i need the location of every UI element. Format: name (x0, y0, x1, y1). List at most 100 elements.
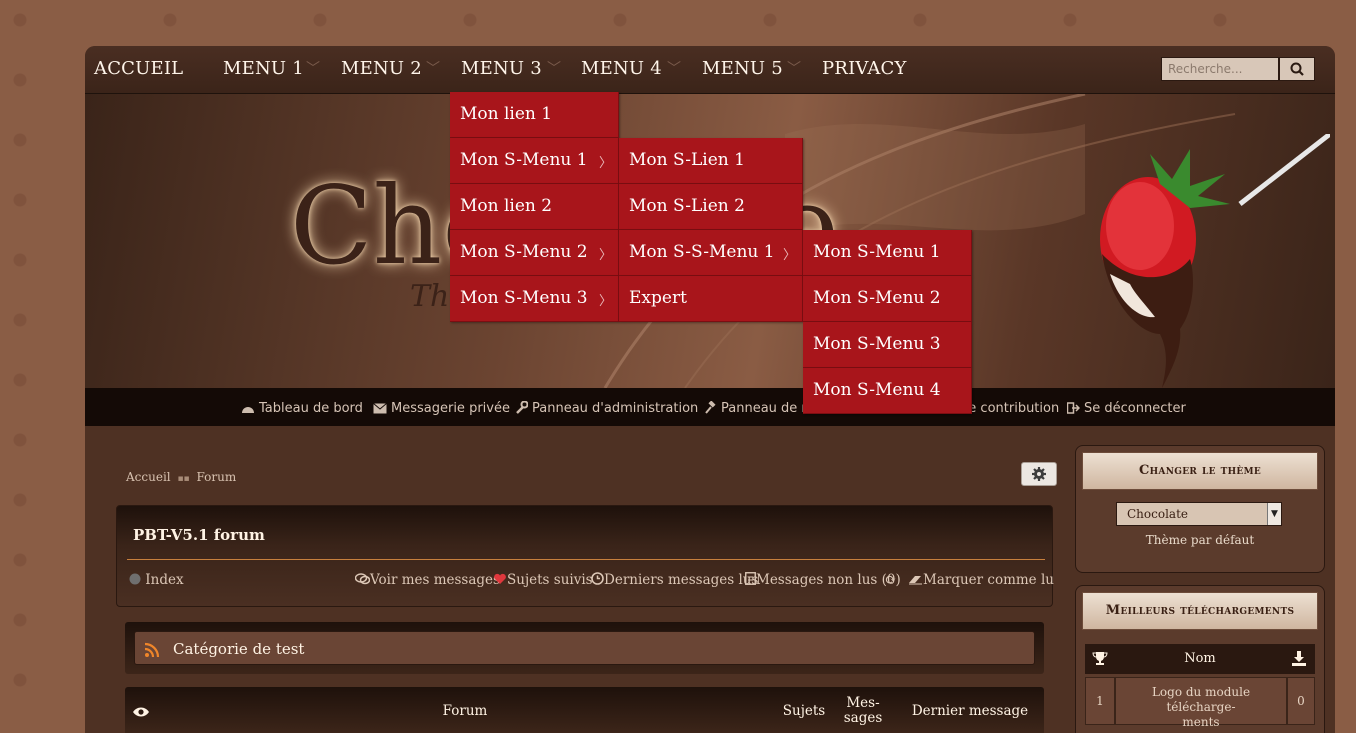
dropdown-item-mon-s-menu-3[interactable]: Mon S-Menu 3 〉 (450, 276, 619, 322)
subsubmenu-item-4[interactable]: Mon S-Menu 4 (803, 368, 972, 414)
nav-accueil[interactable]: ACCUEIL (94, 58, 183, 79)
dropdown-item-label: Mon S-Menu 3 (460, 288, 588, 308)
index-label: Index (145, 572, 184, 588)
theme-select[interactable]: Chocolate ▼ (1116, 502, 1282, 526)
user-toolbar: Tableau de bord Messagerie privée Pannea… (85, 388, 1335, 426)
gavel-icon (705, 400, 716, 414)
search-button[interactable] (1279, 57, 1315, 81)
dropdown-item-label: Mon lien 1 (460, 104, 553, 124)
nav-menu-1[interactable]: MENU 1 (223, 58, 304, 79)
index-link[interactable]: Index (129, 572, 184, 588)
category-header: Catégorie de test (125, 622, 1044, 674)
category-bar[interactable]: Catégorie de test (134, 631, 1035, 665)
download-count: 0 (1287, 677, 1315, 725)
submenu-item-label: Mon S-Lien 2 (629, 196, 745, 216)
breadcrumb: Accueil ▪▪ Forum (126, 470, 236, 484)
admin-panel-label: Panneau d'administration (532, 401, 699, 416)
chevron-right-icon: 〉 (782, 248, 796, 263)
dashboard-link[interactable]: Tableau de bord (241, 401, 363, 416)
category-title: Catégorie de test (173, 640, 305, 658)
mark-read-link[interactable]: Marquer comme lu (908, 572, 1054, 588)
dashboard-icon (242, 407, 254, 413)
nav-menu-2[interactable]: MENU 2 (341, 58, 422, 79)
settings-button[interactable] (1021, 462, 1057, 486)
downloads-col-name: Nom (1184, 651, 1216, 666)
submenu-item-expert[interactable]: Expert (619, 276, 803, 322)
nav-menu-5[interactable]: MENU 5 (702, 58, 783, 79)
download-rank: 1 (1085, 677, 1115, 725)
downloads-box-title: Meilleurs téléchargements (1082, 592, 1318, 630)
col-posts-line-2: sages (843, 710, 883, 726)
dropdown-item-mon-s-menu-2[interactable]: Mon S-Menu 2 〉 (450, 230, 619, 276)
dropdown-item-mon-lien-2[interactable]: Mon lien 2 (450, 184, 619, 230)
submenu-item-mon-s-s-menu-1[interactable]: Mon S-S-Menu 1 〉 (619, 230, 803, 276)
rss-icon (144, 642, 160, 658)
private-messages-label: Messagerie privée (391, 401, 510, 416)
submenu-item-mon-s-lien-1[interactable]: Mon S-Lien 1 (619, 138, 803, 184)
comments-icon (354, 573, 371, 585)
theme-switcher-box: Changer le thème Chocolate ▼ Thème par d… (1075, 445, 1325, 573)
logout-icon (1066, 402, 1081, 414)
breadcrumb-home[interactable]: Accueil (126, 470, 171, 484)
strawberry-icon (1100, 134, 1330, 388)
admin-panel-link[interactable]: Panneau d'administration (515, 400, 699, 416)
subsubmenu-item-3[interactable]: Mon S-Menu 3 (803, 322, 972, 368)
logout-link[interactable]: Se déconnecter (1066, 401, 1186, 416)
gear-icon (1032, 467, 1046, 481)
nav-privacy[interactable]: PRIVACY (822, 58, 907, 79)
nav-chevron-down-icon: ﹀ (787, 61, 801, 77)
search-icon (1290, 62, 1304, 76)
subsubmenu-item-label: Mon S-Menu 1 (813, 242, 941, 262)
dropdown-item-mon-s-menu-1[interactable]: Mon S-Menu 1 〉 (450, 138, 619, 184)
followed-topics-link[interactable]: Sujets suivis (493, 572, 593, 588)
col-posts: Mes- sages (837, 696, 889, 726)
downloads-row[interactable]: 1 Logo du module télécharge- ments 0 (1085, 677, 1315, 729)
breadcrumb-separator-icon: ▪▪ (177, 474, 190, 484)
theme-select-value: Chocolate (1127, 507, 1188, 521)
chevron-right-icon: 〉 (598, 248, 612, 263)
refresh-icon[interactable]: ⟳ (885, 572, 896, 588)
wrench-icon (516, 400, 529, 414)
nav-chevron-down-icon: ﹀ (667, 61, 681, 77)
submenu-item-label: Mon S-Lien 1 (629, 150, 745, 170)
breadcrumb-forum[interactable]: Forum (196, 470, 236, 484)
nav-chevron-down-icon: ﹀ (547, 61, 561, 77)
envelope-icon (373, 403, 387, 414)
top-downloads-box: Meilleurs téléchargements Nom 1 Logo du … (1075, 585, 1325, 733)
main-navbar: ACCUEIL MENU 1 ﹀ MENU 2 ﹀ MENU 3 ﹀ MENU … (85, 46, 1335, 94)
default-theme-link[interactable]: Thème par défaut (1076, 533, 1324, 547)
private-messages-link[interactable]: Messagerie privée (373, 401, 510, 416)
dropdown-item-mon-lien-1[interactable]: Mon lien 1 (450, 92, 619, 138)
dropdown-item-label: Mon lien 2 (460, 196, 553, 216)
unread-messages-link[interactable]: Messages non lus (0) (745, 572, 901, 588)
followed-topics-label: Sujets suivis (507, 572, 593, 588)
subsubmenu-item-2[interactable]: Mon S-Menu 2 (803, 276, 972, 322)
col-forum: Forum (442, 703, 488, 719)
last-read-label: Derniers messages lus (604, 572, 759, 588)
theme-box-title: Changer le thème (1082, 452, 1318, 490)
col-last-post: Dernier message (911, 703, 1029, 719)
chevron-right-icon: 〉 (598, 156, 612, 171)
forum-header-panel: PBT-V5.1 forum Index Voir mes messages S… (116, 505, 1054, 607)
subsubmenu-item-label: Mon S-Menu 3 (813, 334, 941, 354)
dropdown-arrow-icon: ▼ (1267, 503, 1281, 525)
view-my-posts-label: Voir mes messages (370, 572, 500, 588)
last-read-link[interactable]: Derniers messages lus (591, 572, 758, 588)
dropdown-item-label: Mon S-Menu 1 (460, 150, 588, 170)
divider (127, 559, 1045, 560)
nav-menu-3[interactable]: MENU 3 (461, 58, 542, 79)
forum-title: PBT-V5.1 forum (133, 526, 265, 544)
eye-icon (133, 707, 149, 717)
nav-menu-4[interactable]: MENU 4 (581, 58, 662, 79)
submenu-item-mon-s-lien-2[interactable]: Mon S-Lien 2 (619, 184, 803, 230)
mark-read-label: Marquer comme lu (923, 572, 1054, 588)
submenu-item-label: Mon S-S-Menu 1 (629, 242, 775, 262)
dashboard-label: Tableau de bord (259, 401, 363, 416)
subsubmenu-item-1[interactable]: Mon S-Menu 1 (803, 230, 972, 276)
nav-chevron-down-icon: ﹀ (426, 61, 440, 77)
view-my-posts-link[interactable]: Voir mes messages (354, 572, 500, 588)
search-input[interactable]: Recherche... (1161, 57, 1279, 81)
col-topics: Sujets (782, 703, 826, 719)
download-name[interactable]: Logo du module télécharge- ments (1115, 677, 1287, 729)
clock-icon (591, 572, 604, 585)
